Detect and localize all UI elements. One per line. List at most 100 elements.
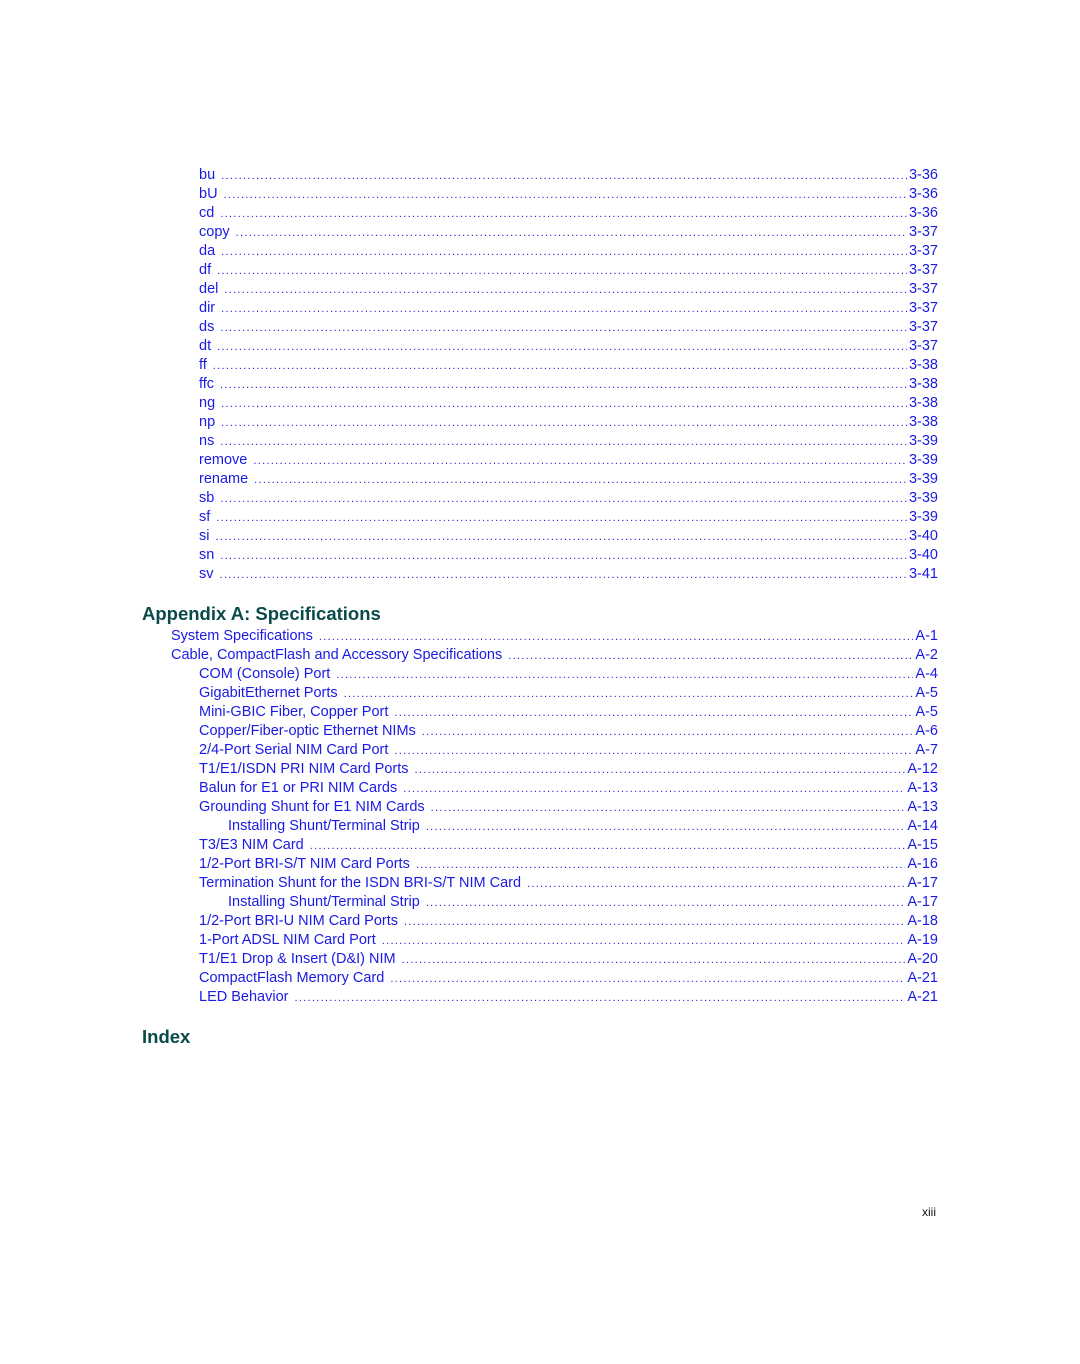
toc-entry-label[interactable]: sf	[199, 508, 216, 527]
toc-entry[interactable]: 1/2-Port BRI-U NIM Card Ports A-18	[199, 912, 938, 931]
toc-entry-label[interactable]: bU	[199, 185, 224, 204]
toc-entry[interactable]: ffc 3-38	[199, 375, 938, 394]
toc-entry-page[interactable]: 3-38	[907, 394, 938, 413]
toc-entry[interactable]: 1/2-Port BRI-S/T NIM Card Ports A-16	[199, 855, 938, 874]
toc-entry-label[interactable]: T1/E1 Drop & Insert (D&I) NIM	[199, 950, 402, 969]
toc-entry[interactable]: ff 3-38	[199, 356, 938, 375]
toc-entry[interactable]: sf 3-39	[199, 508, 938, 527]
toc-entry-page[interactable]: 3-36	[907, 204, 938, 223]
toc-entry-page[interactable]: A-13	[905, 798, 938, 817]
toc-entry-label[interactable]: Installing Shunt/Terminal Strip	[228, 893, 426, 912]
toc-entry-page[interactable]: 3-39	[907, 470, 938, 489]
toc-entry-page[interactable]: 3-39	[907, 432, 938, 451]
toc-entry-page[interactable]: 3-37	[907, 242, 938, 261]
toc-entry-page[interactable]: A-16	[905, 855, 938, 874]
toc-entry-page[interactable]: A-14	[905, 817, 938, 836]
toc-entry[interactable]: T3/E3 NIM Card A-15	[199, 836, 938, 855]
toc-entry-label[interactable]: System Specifications	[171, 627, 319, 646]
toc-entry[interactable]: System Specifications A-1	[171, 627, 938, 646]
toc-entry-page[interactable]: A-13	[905, 779, 938, 798]
toc-entry-label[interactable]: remove	[199, 451, 253, 470]
toc-entry-page[interactable]: 3-37	[907, 223, 938, 242]
toc-entry-label[interactable]: 1-Port ADSL NIM Card Port	[199, 931, 382, 950]
toc-entry-label[interactable]: ns	[199, 432, 220, 451]
toc-entry-label[interactable]: np	[199, 413, 221, 432]
toc-entry-label[interactable]: del	[199, 280, 224, 299]
toc-entry[interactable]: ds 3-37	[199, 318, 938, 337]
toc-entry-label[interactable]: copy	[199, 223, 236, 242]
toc-entry-label[interactable]: sn	[199, 546, 220, 565]
toc-entry-label[interactable]: Mini-GBIC Fiber, Copper Port	[199, 703, 394, 722]
toc-entry-page[interactable]: A-18	[905, 912, 938, 931]
toc-entry-label[interactable]: sb	[199, 489, 220, 508]
toc-entry-label[interactable]: dir	[199, 299, 221, 318]
toc-entry-label[interactable]: sv	[199, 565, 220, 584]
toc-entry[interactable]: 1-Port ADSL NIM Card Port A-19	[199, 931, 938, 950]
toc-entry-label[interactable]: cd	[199, 204, 220, 223]
toc-entry[interactable]: ng 3-38	[199, 394, 938, 413]
toc-entry-label[interactable]: rename	[199, 470, 254, 489]
toc-entry-page[interactable]: 3-39	[907, 508, 938, 527]
toc-entry-label[interactable]: si	[199, 527, 215, 546]
toc-entry[interactable]: 2/4-Port Serial NIM Card Port A-7	[199, 741, 938, 760]
toc-entry[interactable]: df 3-37	[199, 261, 938, 280]
toc-entry[interactable]: Grounding Shunt for E1 NIM Cards A-13	[199, 798, 938, 817]
toc-entry[interactable]: copy 3-37	[199, 223, 938, 242]
toc-entry-page[interactable]: 3-37	[907, 337, 938, 356]
toc-entry-page[interactable]: A-1	[913, 627, 938, 646]
toc-entry-label[interactable]: Grounding Shunt for E1 NIM Cards	[199, 798, 431, 817]
toc-entry-page[interactable]: A-20	[905, 950, 938, 969]
toc-entry-page[interactable]: A-2	[913, 646, 938, 665]
toc-entry[interactable]: da 3-37	[199, 242, 938, 261]
toc-entry-page[interactable]: 3-36	[907, 185, 938, 204]
toc-entry[interactable]: remove 3-39	[199, 451, 938, 470]
toc-entry[interactable]: sn 3-40	[199, 546, 938, 565]
toc-entry-page[interactable]: A-21	[905, 988, 938, 1007]
toc-entry[interactable]: Installing Shunt/Terminal Strip A-17	[228, 893, 938, 912]
toc-entry-label[interactable]: ff	[199, 356, 213, 375]
toc-entry[interactable]: Mini-GBIC Fiber, Copper Port A-5	[199, 703, 938, 722]
toc-entry-page[interactable]: 3-40	[907, 527, 938, 546]
toc-entry-page[interactable]: 3-38	[907, 356, 938, 375]
toc-entry-page[interactable]: A-4	[913, 665, 938, 684]
toc-entry[interactable]: Installing Shunt/Terminal Strip A-14	[228, 817, 938, 836]
toc-entry[interactable]: dt 3-37	[199, 337, 938, 356]
toc-entry-page[interactable]: 3-37	[907, 318, 938, 337]
toc-entry[interactable]: GigabitEthernet Ports A-5	[199, 684, 938, 703]
toc-entry-page[interactable]: 3-41	[907, 565, 938, 584]
toc-entry-page[interactable]: 3-38	[907, 413, 938, 432]
toc-entry-page[interactable]: 3-36	[907, 166, 938, 185]
toc-entry[interactable]: del 3-37	[199, 280, 938, 299]
toc-entry-page[interactable]: A-21	[905, 969, 938, 988]
toc-entry-label[interactable]: Termination Shunt for the ISDN BRI-S/T N…	[199, 874, 527, 893]
toc-entry-label[interactable]: ds	[199, 318, 220, 337]
toc-entry[interactable]: Termination Shunt for the ISDN BRI-S/T N…	[199, 874, 938, 893]
toc-entry[interactable]: bU 3-36	[199, 185, 938, 204]
toc-entry[interactable]: rename 3-39	[199, 470, 938, 489]
toc-entry-page[interactable]: 3-37	[907, 261, 938, 280]
toc-entry-label[interactable]: Balun for E1 or PRI NIM Cards	[199, 779, 403, 798]
toc-entry-label[interactable]: dt	[199, 337, 217, 356]
toc-entry-page[interactable]: A-17	[905, 893, 938, 912]
toc-entry-label[interactable]: df	[199, 261, 217, 280]
toc-entry[interactable]: Copper/Fiber-optic Ethernet NIMs A-6	[199, 722, 938, 741]
toc-entry-page[interactable]: 3-37	[907, 299, 938, 318]
toc-entry-label[interactable]: LED Behavior	[199, 988, 294, 1007]
toc-entry-label[interactable]: 1/2-Port BRI-S/T NIM Card Ports	[199, 855, 416, 874]
toc-entry-label[interactable]: CompactFlash Memory Card	[199, 969, 390, 988]
toc-entry-page[interactable]: A-5	[913, 703, 938, 722]
toc-entry[interactable]: LED Behavior A-21	[199, 988, 938, 1007]
toc-entry-page[interactable]: A-12	[905, 760, 938, 779]
toc-entry-label[interactable]: 2/4-Port Serial NIM Card Port	[199, 741, 394, 760]
toc-entry-label[interactable]: bu	[199, 166, 221, 185]
toc-entry-page[interactable]: A-5	[913, 684, 938, 703]
toc-entry[interactable]: ns 3-39	[199, 432, 938, 451]
toc-entry[interactable]: dir 3-37	[199, 299, 938, 318]
toc-entry-label[interactable]: ng	[199, 394, 221, 413]
toc-entry-page[interactable]: 3-39	[907, 489, 938, 508]
toc-entry-label[interactable]: T1/E1/ISDN PRI NIM Card Ports	[199, 760, 415, 779]
toc-entry-page[interactable]: A-7	[913, 741, 938, 760]
appendix-heading[interactable]: Appendix A: Specifications	[142, 603, 381, 625]
toc-entry[interactable]: COM (Console) Port A-4	[199, 665, 938, 684]
toc-entry-page[interactable]: A-15	[905, 836, 938, 855]
